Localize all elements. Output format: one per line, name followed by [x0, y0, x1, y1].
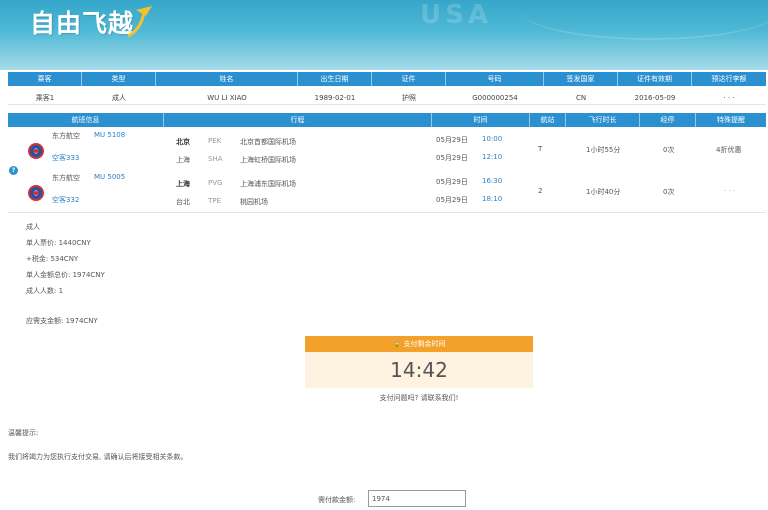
departure-date: 05月29日 — [436, 178, 468, 186]
notice-text: 我们将竭力为您执行支付交易, 请确认后将接受相关条款。 — [8, 453, 188, 461]
special-note: 4折优惠 — [716, 146, 742, 154]
payment-amount-label: 需付款金额: — [318, 496, 356, 504]
col-baggage: 预达行李额 — [711, 75, 747, 83]
passenger-birthdate: 1989-02-01 — [314, 94, 356, 102]
col-special-note: 特殊提醒 — [717, 116, 745, 124]
plane-swoosh-icon — [127, 6, 152, 38]
col-terminal: 航站 — [530, 113, 566, 127]
arrival-code: TPE — [208, 197, 221, 205]
lock-icon: 🔒 — [392, 340, 404, 348]
passenger-label: 乘客1 — [35, 94, 55, 102]
flight-duration: 1小时55分 — [586, 146, 621, 154]
passenger-country: CN — [575, 94, 587, 102]
more-options-button[interactable]: · · · — [724, 187, 735, 195]
col-document: 证件 — [372, 72, 446, 86]
col-name: 姓名 — [156, 72, 298, 86]
stop-count: 0次 — [663, 188, 675, 196]
aircraft-type[interactable]: 空客332 — [52, 195, 79, 205]
tax-amount: +税金: 534CNY — [26, 255, 79, 263]
flight-segment-1: 东方航空 MU 5108 空客333 北京 PEK 北京首都国际机场 上海 SH… — [8, 127, 766, 169]
unit-price: 单人票价: 1440CNY — [26, 239, 91, 247]
flight-table-header: 航班信息 行程 时间 航站 飞行时长 经停 特殊提醒 — [8, 113, 766, 127]
passenger-expiry: 2016-05-09 — [634, 94, 676, 102]
header-decoration — [520, 0, 768, 40]
arrival-city: 上海 — [176, 156, 190, 164]
notice-title: 温馨提示: — [8, 429, 39, 437]
col-flight-info: 航班信息 — [8, 113, 164, 127]
flight-segments: 东方航空 MU 5108 空客333 北京 PEK 北京首都国际机场 上海 SH… — [8, 127, 766, 213]
airline-name: 东方航空 — [52, 132, 80, 140]
arrival-airport: 桃园机场 — [240, 198, 268, 206]
departure-time: 10:00 — [482, 135, 503, 143]
passenger-count: 成人人数: 1 — [26, 287, 64, 295]
departure-code: PEK — [208, 137, 222, 145]
flight-number[interactable]: MU 5005 — [94, 173, 125, 181]
col-number: 号码 — [446, 72, 544, 86]
payment-amount-input[interactable] — [368, 490, 466, 507]
flight-duration: 1小时40分 — [586, 188, 621, 196]
arrival-code: SHA — [208, 155, 223, 163]
arrival-time: 18:10 — [482, 195, 503, 203]
order-total: 应需支金额: 1974CNY — [26, 317, 98, 325]
arrival-date: 05月29日 — [436, 196, 468, 204]
arrival-city: 台北 — [176, 198, 190, 206]
passenger-type: 成人 — [112, 94, 126, 102]
col-issue-country: 签发国家 — [544, 72, 618, 86]
countdown-title: 支付剩余时间 — [403, 340, 446, 348]
payment-countdown: 🔒 支付剩余时间 14:42 — [305, 336, 533, 388]
col-stops: 经停 — [640, 113, 696, 127]
departure-city: 上海 — [176, 180, 190, 188]
page-header: USA 自由飞越 — [0, 0, 768, 70]
passenger-document: 护照 — [402, 94, 416, 102]
airline-logo-icon — [28, 185, 44, 201]
total-per-person: 单人金额总价: 1974CNY — [26, 271, 105, 279]
passenger-name: WU LI XIAO — [207, 94, 247, 102]
col-passenger: 乘客 — [8, 72, 82, 86]
countdown-header: 🔒 支付剩余时间 — [305, 336, 533, 352]
col-type: 类型 — [82, 72, 156, 86]
col-birthdate: 出生日期 — [298, 72, 372, 86]
departure-airport: 北京首都国际机场 — [240, 138, 296, 146]
price-category: 成人 — [26, 223, 40, 231]
stop-count: 0次 — [663, 146, 675, 154]
col-expiry: 证件有效期 — [618, 72, 692, 86]
departure-city: 北京 — [176, 138, 190, 146]
arrival-time: 12:10 — [482, 153, 503, 161]
flight-segment-2: 东方航空 MU 5005 空客332 上海 PVG 上海浦东国际机场 台北 TP… — [8, 169, 766, 211]
site-logo[interactable]: 自由飞越 — [30, 4, 134, 40]
departure-time: 16:30 — [482, 177, 503, 185]
passenger-number: G000000254 — [472, 94, 518, 102]
contact-link[interactable]: 支付问题吗? 请联系我们! — [305, 393, 533, 403]
arrival-airport: 上海虹桥国际机场 — [240, 156, 296, 164]
more-options-button[interactable]: · · · — [692, 91, 766, 104]
departure-airport: 上海浦东国际机场 — [240, 180, 296, 188]
col-time: 时间 — [432, 113, 530, 127]
aircraft-type[interactable]: 空客333 — [52, 153, 79, 163]
col-itinerary: 行程 — [164, 113, 432, 127]
terminal: T — [538, 145, 543, 153]
airline-logo-icon — [28, 143, 44, 159]
departure-date: 05月29日 — [436, 136, 468, 144]
col-duration: 飞行时长 — [566, 113, 640, 127]
countdown-time: 14:42 — [305, 352, 533, 388]
airline-name: 东方航空 — [52, 174, 80, 182]
table-row: 乘客1 成人 WU LI XIAO 1989-02-01 护照 G0000002… — [8, 91, 766, 105]
flight-number[interactable]: MU 5108 — [94, 131, 125, 139]
passenger-table-header: 乘客 类型 姓名 出生日期 证件 号码 签发国家 证件有效期 预达行李额 — [8, 72, 766, 86]
arrival-date: 05月29日 — [436, 154, 468, 162]
departure-code: PVG — [208, 179, 223, 187]
header-background-text: USA — [420, 0, 492, 30]
terminal: 2 — [538, 187, 543, 195]
